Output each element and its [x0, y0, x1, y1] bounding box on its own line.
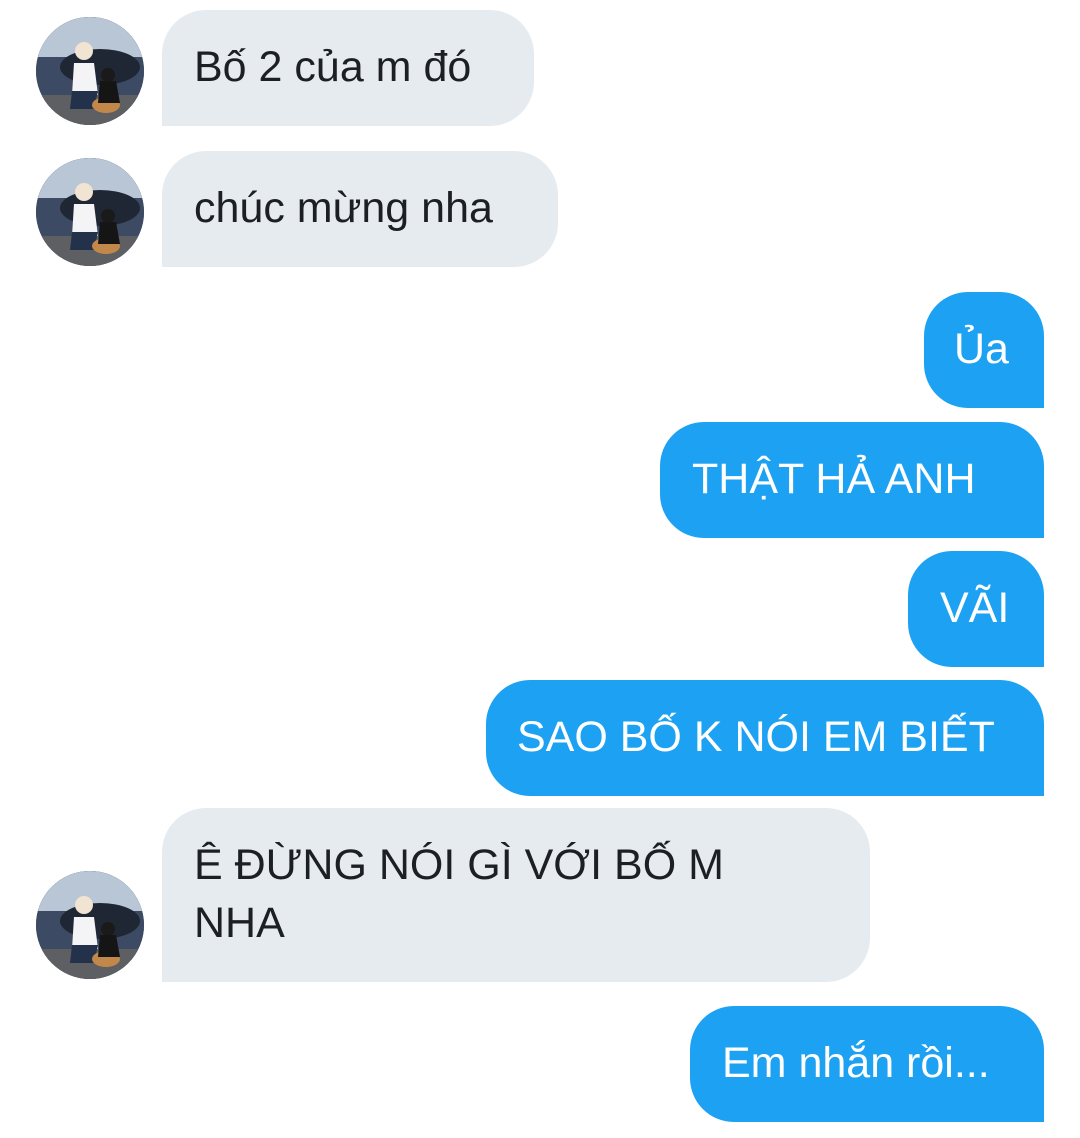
message-text: Em nhắn rồi...: [722, 1039, 990, 1087]
message-bubble-outgoing[interactable]: Ủa: [924, 292, 1044, 408]
avatar-photo-icon: [36, 871, 144, 979]
message-text: THẬT HẢ ANH: [692, 455, 976, 503]
message-bubble-incoming[interactable]: Ê ĐỪNG NÓI GÌ VỚI BỐ M NHA: [162, 808, 870, 982]
avatar-photo-icon: [36, 158, 144, 266]
message-text-line-2: NHA: [194, 899, 285, 947]
message-bubble-outgoing[interactable]: THẬT HẢ ANH: [660, 422, 1044, 538]
message-bubble-incoming[interactable]: chúc mừng nha: [162, 151, 558, 267]
message-bubble-outgoing[interactable]: Em nhắn rồi...: [690, 1006, 1044, 1122]
message-bubble-outgoing[interactable]: VÃI: [908, 551, 1044, 667]
sender-avatar[interactable]: [36, 871, 144, 979]
message-text: chúc mừng nha: [194, 184, 493, 232]
sender-avatar[interactable]: [36, 17, 144, 125]
message-text: VÃI: [940, 584, 1010, 632]
message-bubble-outgoing[interactable]: SAO BỐ K NÓI EM BIẾT: [486, 680, 1044, 796]
message-text: Bố 2 của m đó: [194, 43, 472, 91]
sender-avatar[interactable]: [36, 158, 144, 266]
avatar-photo-icon: [36, 17, 144, 125]
message-bubble-incoming[interactable]: Bố 2 của m đó: [162, 10, 534, 126]
message-text-line-1: Ê ĐỪNG NÓI GÌ VỚI BỐ M: [194, 841, 724, 889]
message-text: SAO BỐ K NÓI EM BIẾT: [517, 713, 995, 761]
message-text: Ủa: [954, 325, 1009, 373]
message-thread: Bố 2 của m đó chúc mừng nha Ủa THẬT HẢ A…: [0, 0, 1080, 1138]
